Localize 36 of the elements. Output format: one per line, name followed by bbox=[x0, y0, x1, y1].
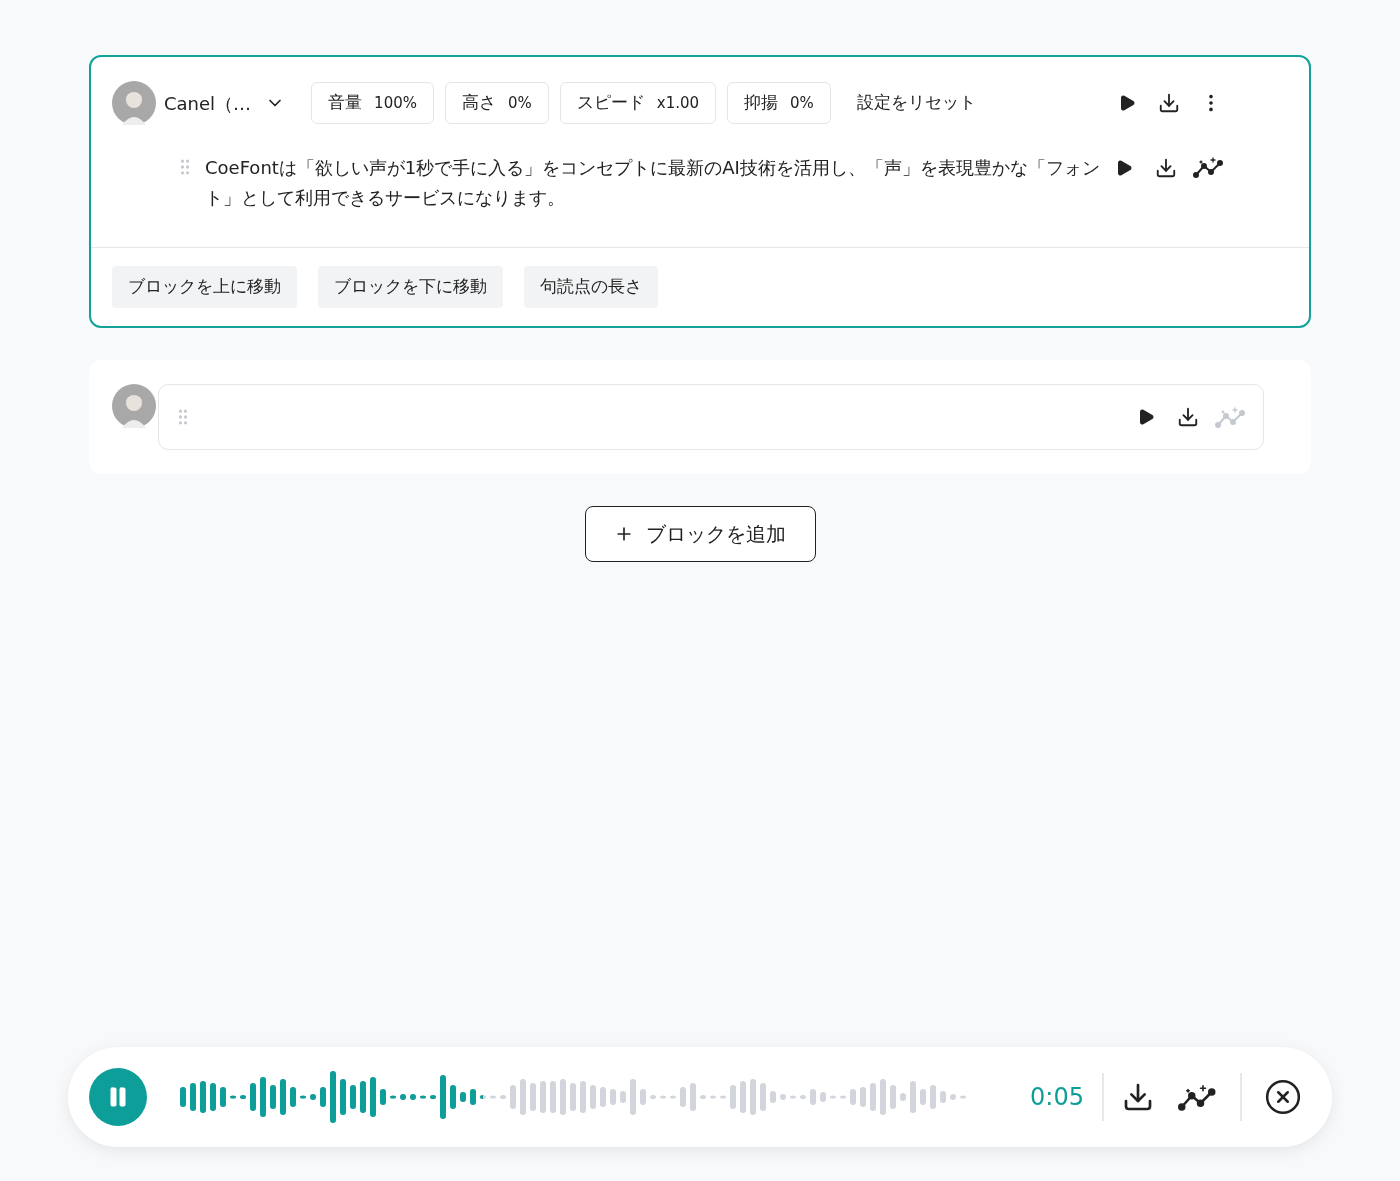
sparkline-icon[interactable] bbox=[1193, 155, 1225, 179]
parameter-label: 高さ bbox=[462, 91, 496, 115]
parameter-button[interactable]: 高さ 0% bbox=[445, 82, 549, 124]
parameter-value: x1.00 bbox=[656, 92, 700, 114]
block-action-button[interactable]: ブロックを下に移動 bbox=[318, 266, 503, 308]
download-icon[interactable] bbox=[1158, 92, 1180, 114]
avatar-icon bbox=[112, 81, 156, 125]
text-block-card[interactable]: Canel（… 音量 100% 高さ 0% スピード x1.00 抑揚 0% 設定をリセット CoeFontは「欲しい声が1秒で手に入る」をコンセプトに最新のAI技術を活用し、「声」を表現豊かな「フォント」として利用できるサービスになります。 ブロックを上に移動 ブロックを下に移動 句読点の長さ bbox=[89, 55, 1311, 328]
block-action-button[interactable]: 句読点の長さ bbox=[524, 266, 658, 308]
parameter-value: 0% bbox=[508, 92, 532, 114]
add-block-button[interactable]: ブロックを追加 bbox=[584, 506, 816, 562]
block-action-button[interactable]: ブロックを上に移動 bbox=[112, 266, 297, 308]
close-icon[interactable] bbox=[1264, 1078, 1302, 1116]
pause-button[interactable] bbox=[89, 1068, 147, 1126]
play-icon[interactable] bbox=[1118, 94, 1136, 112]
parameter-button[interactable]: 音量 100% bbox=[311, 82, 434, 124]
download-icon[interactable] bbox=[1122, 1081, 1154, 1113]
parameter-button[interactable]: 抑揚 0% bbox=[727, 82, 831, 124]
parameter-value: 0% bbox=[790, 92, 814, 114]
sparkline-icon[interactable] bbox=[1178, 1082, 1218, 1112]
play-icon[interactable] bbox=[1137, 408, 1155, 426]
text-input-area[interactable]: CoeFontは「欲しい声が1秒で手に入る」をコンセプトに最新のAI技術を活用し、「声」を表現豊かな「フォント」として利用できるサービスになります。 bbox=[175, 153, 1225, 213]
parameter-label: 抑揚 bbox=[744, 91, 779, 115]
parameter-label: スピード bbox=[576, 91, 645, 115]
download-icon[interactable] bbox=[1155, 157, 1177, 179]
parameter-label: 音量 bbox=[328, 91, 363, 115]
play-icon[interactable] bbox=[1115, 159, 1133, 177]
reset-settings-button[interactable]: 設定をリセット bbox=[856, 90, 976, 116]
voice-name: Canel（… bbox=[164, 91, 252, 116]
download-icon[interactable] bbox=[1177, 406, 1199, 428]
avatar-icon bbox=[112, 384, 156, 428]
text-input-area[interactable] bbox=[158, 384, 1264, 450]
playback-time: 0:05 bbox=[1030, 1082, 1084, 1113]
block-text: CoeFontは「欲しい声が1秒で手に入る」をコンセプトに最新のAI技術を活用し、「声」を表現豊かな「フォント」として利用できるサービスになります。 bbox=[205, 156, 1101, 210]
parameter-button[interactable]: スピード x1.00 bbox=[559, 82, 717, 124]
parameter-value: 100% bbox=[374, 92, 417, 114]
